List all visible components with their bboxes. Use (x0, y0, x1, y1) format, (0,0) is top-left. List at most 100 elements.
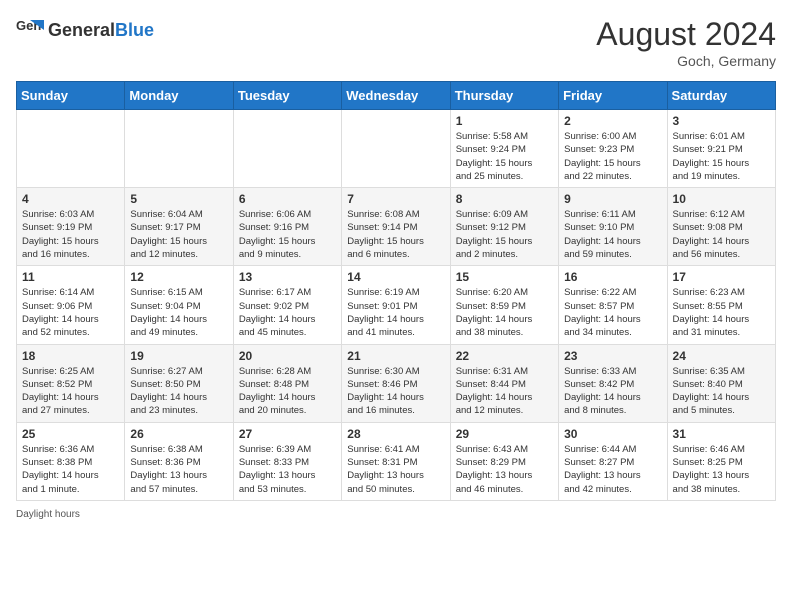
calendar-week-row: 4Sunrise: 6:03 AM Sunset: 9:19 PM Daylig… (17, 188, 776, 266)
calendar-cell: 3 Sunrise: 6:01 AM Sunset: 9:21 PM Daylig… (667, 110, 775, 188)
day-info: Sunrise: 6:11 AM Sunset: 9:10 PM Dayligh… (564, 208, 661, 261)
day-info: Sunrise: 6:08 AM Sunset: 9:14 PM Dayligh… (347, 208, 444, 261)
calendar-cell: 26 Sunrise: 6:38 AM Sunset: 8:36 PM Dayli… (125, 422, 233, 500)
day-info: Sunrise: 6:25 AM Sunset: 8:52 PM Dayligh… (22, 365, 119, 418)
calendar-cell: 14Sunrise: 6:19 AM Sunset: 9:01 PM Dayli… (342, 266, 450, 344)
day-number: 24 (673, 349, 770, 363)
day-number: 31 (673, 427, 770, 441)
day-info: Sunrise: 6:06 AM Sunset: 9:16 PM Dayligh… (239, 208, 336, 261)
day-info: Sunrise: 6:46 AM Sunset: 8:25 PM Dayligh… (673, 443, 770, 496)
day-number: 21 (347, 349, 444, 363)
day-number: 5 (130, 192, 227, 206)
day-info: Sunrise: 6:22 AM Sunset: 8:57 PM Dayligh… (564, 286, 661, 339)
day-info: Sunrise: 6:01 AM Sunset: 9:21 PM Dayligh… (673, 130, 770, 183)
day-number: 4 (22, 192, 119, 206)
daylight-label: Daylight hours (16, 509, 80, 520)
day-info: Sunrise: 6:12 AM Sunset: 9:08 PM Dayligh… (673, 208, 770, 261)
calendar-cell: 1 Sunrise: 5:58 AM Sunset: 9:24 PM Daylig… (450, 110, 558, 188)
day-info: Sunrise: 6:30 AM Sunset: 8:46 PM Dayligh… (347, 365, 444, 418)
calendar-cell: 5 Sunrise: 6:04 AM Sunset: 9:17 PM Daylig… (125, 188, 233, 266)
calendar-week-row: 18 Sunrise: 6:25 AM Sunset: 8:52 PM Dayli… (17, 344, 776, 422)
day-number: 12 (130, 270, 227, 284)
calendar-cell: 12 Sunrise: 6:15 AM Sunset: 9:04 PM Dayli… (125, 266, 233, 344)
day-number: 2 (564, 114, 661, 128)
logo-icon: Gen (16, 16, 44, 44)
day-number: 11 (22, 270, 119, 284)
month-year: August 2024 (596, 16, 776, 53)
calendar-cell: 6 Sunrise: 6:06 AM Sunset: 9:16 PM Daylig… (233, 188, 341, 266)
calendar-cell: 25Sunrise: 6:36 AM Sunset: 8:38 PM Dayli… (17, 422, 125, 500)
day-number: 6 (239, 192, 336, 206)
calendar-cell: 16 Sunrise: 6:22 AM Sunset: 8:57 PM Dayli… (559, 266, 667, 344)
day-number: 14 (347, 270, 444, 284)
day-info: Sunrise: 5:58 AM Sunset: 9:24 PM Dayligh… (456, 130, 553, 183)
day-info: Sunrise: 6:27 AM Sunset: 8:50 PM Dayligh… (130, 365, 227, 418)
day-info: Sunrise: 6:41 AM Sunset: 8:31 PM Dayligh… (347, 443, 444, 496)
calendar-cell: 21 Sunrise: 6:30 AM Sunset: 8:46 PM Dayli… (342, 344, 450, 422)
calendar-cell: 17 Sunrise: 6:23 AM Sunset: 8:55 PM Dayli… (667, 266, 775, 344)
calendar-cell: 23 Sunrise: 6:33 AM Sunset: 8:42 PM Dayli… (559, 344, 667, 422)
calendar-cell (342, 110, 450, 188)
day-info: Sunrise: 6:38 AM Sunset: 8:36 PM Dayligh… (130, 443, 227, 496)
logo-general: General (48, 20, 115, 40)
calendar-cell (125, 110, 233, 188)
calendar-cell: 10 Sunrise: 6:12 AM Sunset: 9:08 PM Dayli… (667, 188, 775, 266)
calendar-week-row: 1 Sunrise: 5:58 AM Sunset: 9:24 PM Daylig… (17, 110, 776, 188)
calendar-cell: 29 Sunrise: 6:43 AM Sunset: 8:29 PM Dayli… (450, 422, 558, 500)
calendar-cell: 31 Sunrise: 6:46 AM Sunset: 8:25 PM Dayli… (667, 422, 775, 500)
day-header-friday: Friday (559, 82, 667, 110)
calendar-cell (233, 110, 341, 188)
day-info: Sunrise: 6:23 AM Sunset: 8:55 PM Dayligh… (673, 286, 770, 339)
logo: Gen GeneralBlue (16, 16, 154, 44)
calendar-cell: 27 Sunrise: 6:39 AM Sunset: 8:33 PM Dayli… (233, 422, 341, 500)
calendar-header-row: SundayMondayTuesdayWednesdayThursdayFrid… (17, 82, 776, 110)
day-number: 23 (564, 349, 661, 363)
day-header-monday: Monday (125, 82, 233, 110)
day-number: 26 (130, 427, 227, 441)
calendar-cell: 13Sunrise: 6:17 AM Sunset: 9:02 PM Dayli… (233, 266, 341, 344)
day-info: Sunrise: 6:31 AM Sunset: 8:44 PM Dayligh… (456, 365, 553, 418)
calendar-cell: 19 Sunrise: 6:27 AM Sunset: 8:50 PM Dayli… (125, 344, 233, 422)
calendar-cell: 7Sunrise: 6:08 AM Sunset: 9:14 PM Daylig… (342, 188, 450, 266)
footer: Daylight hours (16, 509, 776, 520)
calendar-cell: 24 Sunrise: 6:35 AM Sunset: 8:40 PM Dayli… (667, 344, 775, 422)
day-number: 3 (673, 114, 770, 128)
day-info: Sunrise: 6:28 AM Sunset: 8:48 PM Dayligh… (239, 365, 336, 418)
calendar-cell: 8 Sunrise: 6:09 AM Sunset: 9:12 PM Daylig… (450, 188, 558, 266)
calendar-week-row: 11Sunrise: 6:14 AM Sunset: 9:06 PM Dayli… (17, 266, 776, 344)
day-number: 28 (347, 427, 444, 441)
day-info: Sunrise: 6:04 AM Sunset: 9:17 PM Dayligh… (130, 208, 227, 261)
day-info: Sunrise: 6:35 AM Sunset: 8:40 PM Dayligh… (673, 365, 770, 418)
day-number: 1 (456, 114, 553, 128)
day-number: 9 (564, 192, 661, 206)
day-header-saturday: Saturday (667, 82, 775, 110)
day-number: 8 (456, 192, 553, 206)
day-number: 19 (130, 349, 227, 363)
day-number: 13 (239, 270, 336, 284)
title-block: August 2024 Goch, Germany (596, 16, 776, 69)
day-info: Sunrise: 6:43 AM Sunset: 8:29 PM Dayligh… (456, 443, 553, 496)
day-number: 17 (673, 270, 770, 284)
day-info: Sunrise: 6:39 AM Sunset: 8:33 PM Dayligh… (239, 443, 336, 496)
day-info: Sunrise: 6:33 AM Sunset: 8:42 PM Dayligh… (564, 365, 661, 418)
calendar-cell: 4Sunrise: 6:03 AM Sunset: 9:19 PM Daylig… (17, 188, 125, 266)
day-number: 10 (673, 192, 770, 206)
calendar-cell: 30Sunrise: 6:44 AM Sunset: 8:27 PM Dayli… (559, 422, 667, 500)
day-number: 16 (564, 270, 661, 284)
day-number: 29 (456, 427, 553, 441)
page-header: Gen GeneralBlue August 2024 Goch, German… (16, 16, 776, 69)
day-number: 30 (564, 427, 661, 441)
calendar-week-row: 25Sunrise: 6:36 AM Sunset: 8:38 PM Dayli… (17, 422, 776, 500)
day-header-wednesday: Wednesday (342, 82, 450, 110)
day-info: Sunrise: 6:09 AM Sunset: 9:12 PM Dayligh… (456, 208, 553, 261)
day-info: Sunrise: 6:36 AM Sunset: 8:38 PM Dayligh… (22, 443, 119, 496)
day-number: 27 (239, 427, 336, 441)
calendar-cell: 2Sunrise: 6:00 AM Sunset: 9:23 PM Daylig… (559, 110, 667, 188)
day-info: Sunrise: 6:15 AM Sunset: 9:04 PM Dayligh… (130, 286, 227, 339)
day-number: 18 (22, 349, 119, 363)
calendar-cell: 22 Sunrise: 6:31 AM Sunset: 8:44 PM Dayli… (450, 344, 558, 422)
calendar-cell (17, 110, 125, 188)
day-number: 22 (456, 349, 553, 363)
day-number: 15 (456, 270, 553, 284)
calendar-cell: 9 Sunrise: 6:11 AM Sunset: 9:10 PM Daylig… (559, 188, 667, 266)
